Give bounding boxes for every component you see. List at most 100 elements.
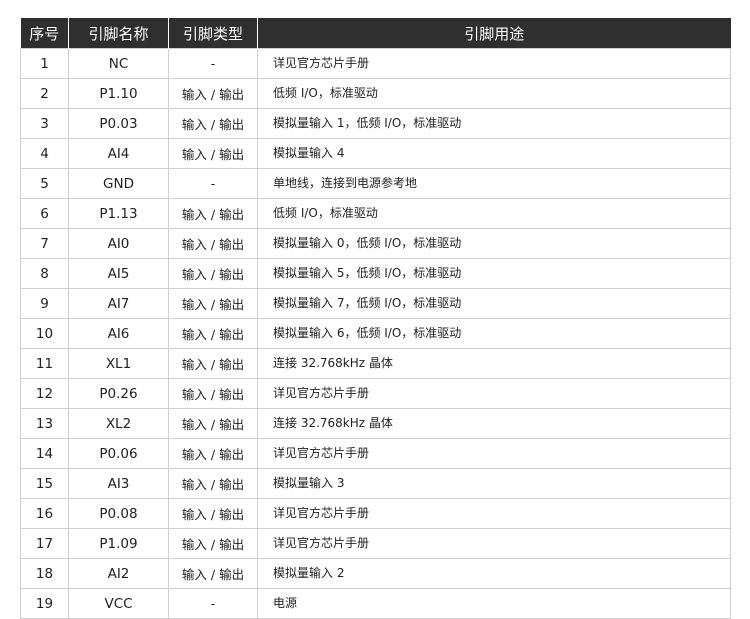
pin-index-cell: 16 bbox=[20, 498, 69, 529]
header-pin-name: 引脚名称 bbox=[68, 18, 169, 49]
pin-name-cell: VCC bbox=[68, 588, 169, 619]
pin-type-cell: - bbox=[168, 168, 258, 199]
pin-name-cell: AI2 bbox=[68, 558, 169, 589]
pin-name-cell: XL1 bbox=[68, 348, 169, 379]
pin-index-cell: 2 bbox=[20, 78, 69, 109]
pin-type-cell: 输入 / 输出 bbox=[168, 258, 258, 289]
pin-index-cell: 18 bbox=[20, 558, 69, 589]
pin-name-cell: P0.08 bbox=[68, 498, 169, 529]
pin-type-cell: 输入 / 输出 bbox=[168, 318, 258, 349]
header-pin-type: 引脚类型 bbox=[168, 18, 258, 49]
pin-table: 序号 引脚名称 引脚类型 引脚用途 1 NC - 详见官方芯片手册 2 P1.10 输入 /… bbox=[20, 18, 731, 619]
table-row: 7 AI0 输入 / 输出 模拟量输入 0，低频 I/O，标准驱动 bbox=[20, 228, 731, 259]
pin-type-cell: 输入 / 输出 bbox=[168, 468, 258, 499]
pin-name-cell: P0.26 bbox=[68, 378, 169, 409]
table-row: 18 AI2 输入 / 输出 模拟量输入 2 bbox=[20, 558, 731, 589]
table-row: 5 GND - 单地线，连接到电源参考地 bbox=[20, 168, 731, 199]
pin-usage-cell: 详见官方芯片手册 bbox=[257, 528, 731, 559]
pin-type-cell: 输入 / 输出 bbox=[168, 528, 258, 559]
pin-name-cell: AI7 bbox=[68, 288, 169, 319]
table-row: 3 P0.03 输入 / 输出 模拟量输入 1，低频 I/O，标准驱动 bbox=[20, 108, 731, 139]
pin-name-cell: AI5 bbox=[68, 258, 169, 289]
pin-usage-cell: 详见官方芯片手册 bbox=[257, 438, 731, 469]
pin-index-cell: 11 bbox=[20, 348, 69, 379]
pin-index-cell: 6 bbox=[20, 198, 69, 229]
pin-usage-cell: 电源 bbox=[257, 588, 731, 619]
pin-name-cell: AI0 bbox=[68, 228, 169, 259]
pin-usage-cell: 模拟量输入 1，低频 I/O，标准驱动 bbox=[257, 108, 731, 139]
pin-name-cell: P1.13 bbox=[68, 198, 169, 229]
pin-usage-cell: 模拟量输入 3 bbox=[257, 468, 731, 499]
table-header: 序号 引脚名称 引脚类型 引脚用途 bbox=[20, 18, 731, 49]
table-row: 16 P0.08 输入 / 输出 详见官方芯片手册 bbox=[20, 498, 731, 529]
pin-name-cell: AI6 bbox=[68, 318, 169, 349]
pin-index-cell: 7 bbox=[20, 228, 69, 259]
pin-type-cell: 输入 / 输出 bbox=[168, 108, 258, 139]
pin-type-cell: 输入 / 输出 bbox=[168, 228, 258, 259]
pin-usage-cell: 低频 I/O，标准驱动 bbox=[257, 198, 731, 229]
pin-type-cell: 输入 / 输出 bbox=[168, 558, 258, 589]
pin-type-cell: 输入 / 输出 bbox=[168, 348, 258, 379]
pin-name-cell: P1.10 bbox=[68, 78, 169, 109]
table-row: 17 P1.09 输入 / 输出 详见官方芯片手册 bbox=[20, 528, 731, 559]
pin-usage-cell: 单地线，连接到电源参考地 bbox=[257, 168, 731, 199]
table-row: 15 AI3 输入 / 输出 模拟量输入 3 bbox=[20, 468, 731, 499]
pin-index-cell: 14 bbox=[20, 438, 69, 469]
pin-name-cell: P0.06 bbox=[68, 438, 169, 469]
pin-index-cell: 17 bbox=[20, 528, 69, 559]
table-row: 9 AI7 输入 / 输出 模拟量输入 7，低频 I/O，标准驱动 bbox=[20, 288, 731, 319]
table-row: 4 AI4 输入 / 输出 模拟量输入 4 bbox=[20, 138, 731, 169]
pin-usage-cell: 模拟量输入 4 bbox=[257, 138, 731, 169]
pin-type-cell: 输入 / 输出 bbox=[168, 408, 258, 439]
table-row: 14 P0.06 输入 / 输出 详见官方芯片手册 bbox=[20, 438, 731, 469]
pin-index-cell: 19 bbox=[20, 588, 69, 619]
pin-type-cell: 输入 / 输出 bbox=[168, 198, 258, 229]
pin-usage-cell: 模拟量输入 0，低频 I/O，标准驱动 bbox=[257, 228, 731, 259]
pin-usage-cell: 详见官方芯片手册 bbox=[257, 48, 731, 79]
pin-usage-cell: 连接 32.768kHz 晶体 bbox=[257, 408, 731, 439]
pin-index-cell: 5 bbox=[20, 168, 69, 199]
pin-usage-cell: 详见官方芯片手册 bbox=[257, 498, 731, 529]
pin-type-cell: 输入 / 输出 bbox=[168, 498, 258, 529]
pin-index-cell: 15 bbox=[20, 468, 69, 499]
pin-usage-cell: 详见官方芯片手册 bbox=[257, 378, 731, 409]
header-index: 序号 bbox=[20, 18, 69, 49]
pin-index-cell: 12 bbox=[20, 378, 69, 409]
header-row: 序号 引脚名称 引脚类型 引脚用途 bbox=[20, 18, 731, 49]
pin-type-cell: 输入 / 输出 bbox=[168, 78, 258, 109]
pin-usage-cell: 连接 32.768kHz 晶体 bbox=[257, 348, 731, 379]
pin-type-cell: 输入 / 输出 bbox=[168, 438, 258, 469]
pin-index-cell: 10 bbox=[20, 318, 69, 349]
header-pin-usage: 引脚用途 bbox=[257, 18, 731, 49]
pin-name-cell: GND bbox=[68, 168, 169, 199]
table-row: 13 XL2 输入 / 输出 连接 32.768kHz 晶体 bbox=[20, 408, 731, 439]
pin-name-cell: XL2 bbox=[68, 408, 169, 439]
pin-usage-cell: 低频 I/O，标准驱动 bbox=[257, 78, 731, 109]
pin-name-cell: AI3 bbox=[68, 468, 169, 499]
pin-usage-cell: 模拟量输入 6，低频 I/O，标准驱动 bbox=[257, 318, 731, 349]
pin-type-cell: 输入 / 输出 bbox=[168, 378, 258, 409]
pin-type-cell: 输入 / 输出 bbox=[168, 288, 258, 319]
pin-type-cell: 输入 / 输出 bbox=[168, 138, 258, 169]
pin-usage-cell: 模拟量输入 5，低频 I/O，标准驱动 bbox=[257, 258, 731, 289]
pin-index-cell: 13 bbox=[20, 408, 69, 439]
table-row: 10 AI6 输入 / 输出 模拟量输入 6，低频 I/O，标准驱动 bbox=[20, 318, 731, 349]
table-body: 1 NC - 详见官方芯片手册 2 P1.10 输入 / 输出 低频 I/O，标准驱动 3 P0.… bbox=[20, 48, 731, 619]
table-row: 12 P0.26 输入 / 输出 详见官方芯片手册 bbox=[20, 378, 731, 409]
table-row: 6 P1.13 输入 / 输出 低频 I/O，标准驱动 bbox=[20, 198, 731, 229]
table-row: 8 AI5 输入 / 输出 模拟量输入 5，低频 I/O，标准驱动 bbox=[20, 258, 731, 289]
table-row: 2 P1.10 输入 / 输出 低频 I/O，标准驱动 bbox=[20, 78, 731, 109]
pin-name-cell: AI4 bbox=[68, 138, 169, 169]
pin-name-cell: NC bbox=[68, 48, 169, 79]
pin-name-cell: P1.09 bbox=[68, 528, 169, 559]
pin-usage-cell: 模拟量输入 2 bbox=[257, 558, 731, 589]
pin-index-cell: 3 bbox=[20, 108, 69, 139]
pin-type-cell: - bbox=[168, 588, 258, 619]
table-row: 19 VCC - 电源 bbox=[20, 588, 731, 619]
pin-name-cell: P0.03 bbox=[68, 108, 169, 139]
pin-index-cell: 4 bbox=[20, 138, 69, 169]
pin-index-cell: 9 bbox=[20, 288, 69, 319]
pin-index-cell: 8 bbox=[20, 258, 69, 289]
pin-index-cell: 1 bbox=[20, 48, 69, 79]
table-row: 11 XL1 输入 / 输出 连接 32.768kHz 晶体 bbox=[20, 348, 731, 379]
